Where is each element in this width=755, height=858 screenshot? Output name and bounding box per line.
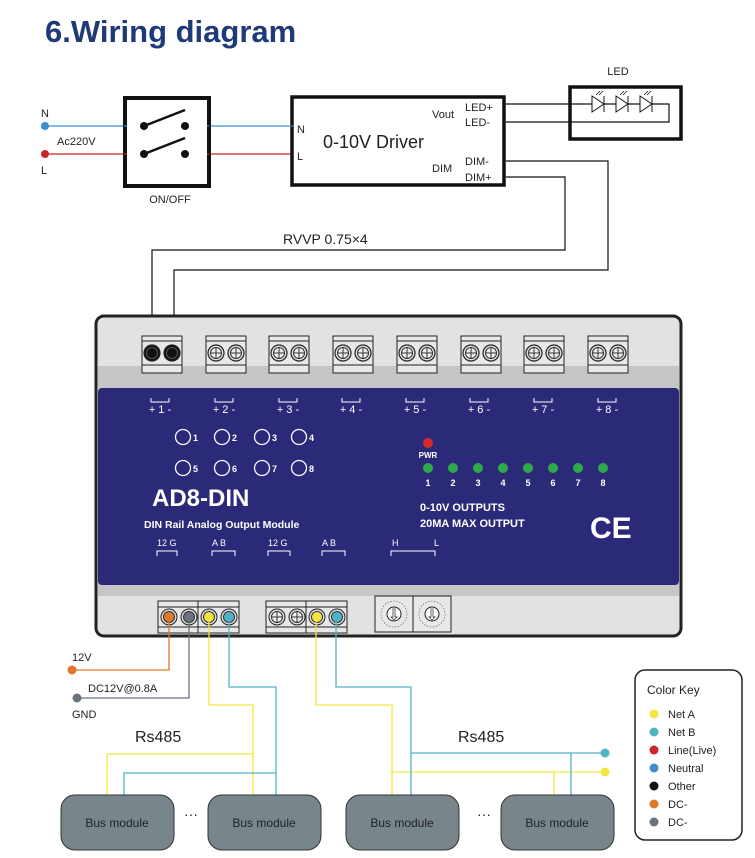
color-key-title: Color Key (647, 683, 700, 697)
ellipsis: ··· (477, 806, 491, 822)
led-minus-label: LED- (465, 117, 490, 129)
indicator-label: 6 (550, 478, 555, 488)
pwr-indicator (423, 438, 433, 448)
color-key-swatch (649, 763, 659, 773)
module-name: AD8-DIN (152, 485, 249, 512)
dim-plus-label: DIM+ (465, 172, 492, 184)
led-plus-label: LED+ (465, 102, 493, 114)
color-key-swatch (649, 817, 659, 827)
channel-button-label: 2 (232, 433, 237, 443)
dim-label: DIM (432, 163, 452, 175)
color-key-item: Neutral (668, 763, 703, 775)
channel-label-8: + 8 - (596, 404, 619, 416)
channel-label-5: + 5 - (404, 404, 427, 416)
net-a-end-dot (600, 767, 610, 777)
color-key-swatch (649, 745, 659, 755)
driver-l-label: L (297, 151, 303, 163)
output-indicator-1 (423, 463, 433, 473)
led-box (568, 85, 683, 141)
bottom-port-label: A B (212, 538, 226, 548)
dc-gnd-dot (72, 693, 82, 703)
color-key-item: Line(Live) (668, 745, 716, 757)
color-key-item: Net A (668, 709, 696, 721)
output-indicator-8 (598, 463, 608, 473)
page-title: 6.Wiring diagram (45, 14, 296, 49)
vout-label: Vout (432, 109, 454, 121)
output-indicator-2 (448, 463, 458, 473)
channel-button-label: 4 (309, 433, 314, 443)
n-label: N (41, 108, 49, 120)
outputs-line1: 0-10V OUTPUTS (420, 502, 505, 514)
indicator-label: 7 (575, 478, 580, 488)
color-key-item: DC- (668, 817, 688, 829)
rs485-right-label: Rs485 (458, 729, 504, 746)
module-subtitle: DIN Rail Analog Output Module (144, 519, 300, 531)
channel-button-label: 8 (309, 464, 314, 474)
color-key-swatch (649, 709, 659, 719)
bottom-port-label: L (434, 538, 439, 548)
ellipsis: ··· (184, 806, 198, 822)
channel-label-1: + 1 - (149, 404, 172, 416)
channel-button-label: 6 (232, 464, 237, 474)
output-indicator-6 (548, 463, 558, 473)
rs485-left-label: Rs485 (135, 729, 181, 746)
color-key-item: Net B (668, 727, 696, 739)
gnd-label: GND (72, 709, 97, 721)
net-a-wire-1 (208, 618, 254, 795)
indicator-label: 1 (425, 478, 430, 488)
channel-button-label: 3 (272, 433, 277, 443)
indicator-label: 4 (500, 478, 505, 488)
bus-module-label: Bus module (370, 816, 434, 830)
bottom-port-label: H (392, 538, 399, 548)
net-b-wire-2 (335, 618, 412, 795)
dc-rating-label: DC12V@0.8A (88, 683, 158, 695)
channel-label-7: + 7 - (532, 404, 555, 416)
bus-module-label: Bus module (85, 816, 149, 830)
cable-label: RVVP 0.75×4 (283, 231, 368, 247)
color-key-item: DC- (668, 799, 688, 811)
net-b-end-dot (600, 748, 610, 758)
bottom-port-label: 12 G (157, 538, 177, 548)
dc-12v-dot (67, 665, 77, 675)
net-a-bus-left (106, 753, 253, 795)
driver-name: 0-10V Driver (323, 132, 424, 152)
switch-label: ON/OFF (149, 194, 191, 206)
outputs-line2: 20MA MAX OUTPUT (420, 518, 525, 530)
color-key-swatch (649, 799, 659, 809)
output-indicator-7 (573, 463, 583, 473)
led-label: LED (607, 66, 628, 78)
pwr-label: PWR (419, 451, 438, 460)
l-label: L (41, 165, 47, 177)
bus-module-label: Bus module (525, 816, 589, 830)
channel-label-2: + 2 - (213, 404, 236, 416)
indicator-label: 2 (450, 478, 455, 488)
channel-button-label: 7 (272, 464, 277, 474)
output-indicator-5 (523, 463, 533, 473)
color-key-swatch (649, 781, 659, 791)
indicator-label: 5 (525, 478, 530, 488)
channel-label-6: + 6 - (468, 404, 491, 416)
bottom-port-label: 12 G (268, 538, 288, 548)
channel-button-label: 5 (193, 464, 198, 474)
color-key-swatch (649, 727, 659, 737)
dim-minus-label: DIM- (465, 156, 489, 168)
live-terminal-dot (41, 150, 49, 158)
color-key-item: Other (668, 781, 696, 793)
channel-label-4: + 4 - (340, 404, 363, 416)
output-indicator-3 (473, 463, 483, 473)
v12-label: 12V (72, 652, 92, 664)
ce-mark: CE (590, 512, 632, 545)
channel-button-label: 1 (193, 433, 198, 443)
driver-n-label: N (297, 124, 305, 136)
indicator-label: 3 (475, 478, 480, 488)
indicator-label: 8 (600, 478, 605, 488)
net-a-wire-2 (315, 618, 393, 795)
ac-voltage-label: Ac220V (57, 136, 96, 148)
neutral-terminal-dot (41, 122, 49, 130)
wiring-diagram: 6.Wiring diagram N L Ac220V ON/OFF N L 0… (41, 14, 743, 851)
bus-module-label: Bus module (232, 816, 296, 830)
channel-label-3: + 3 - (277, 404, 300, 416)
bottom-port-label: A B (322, 538, 336, 548)
output-indicator-4 (498, 463, 508, 473)
